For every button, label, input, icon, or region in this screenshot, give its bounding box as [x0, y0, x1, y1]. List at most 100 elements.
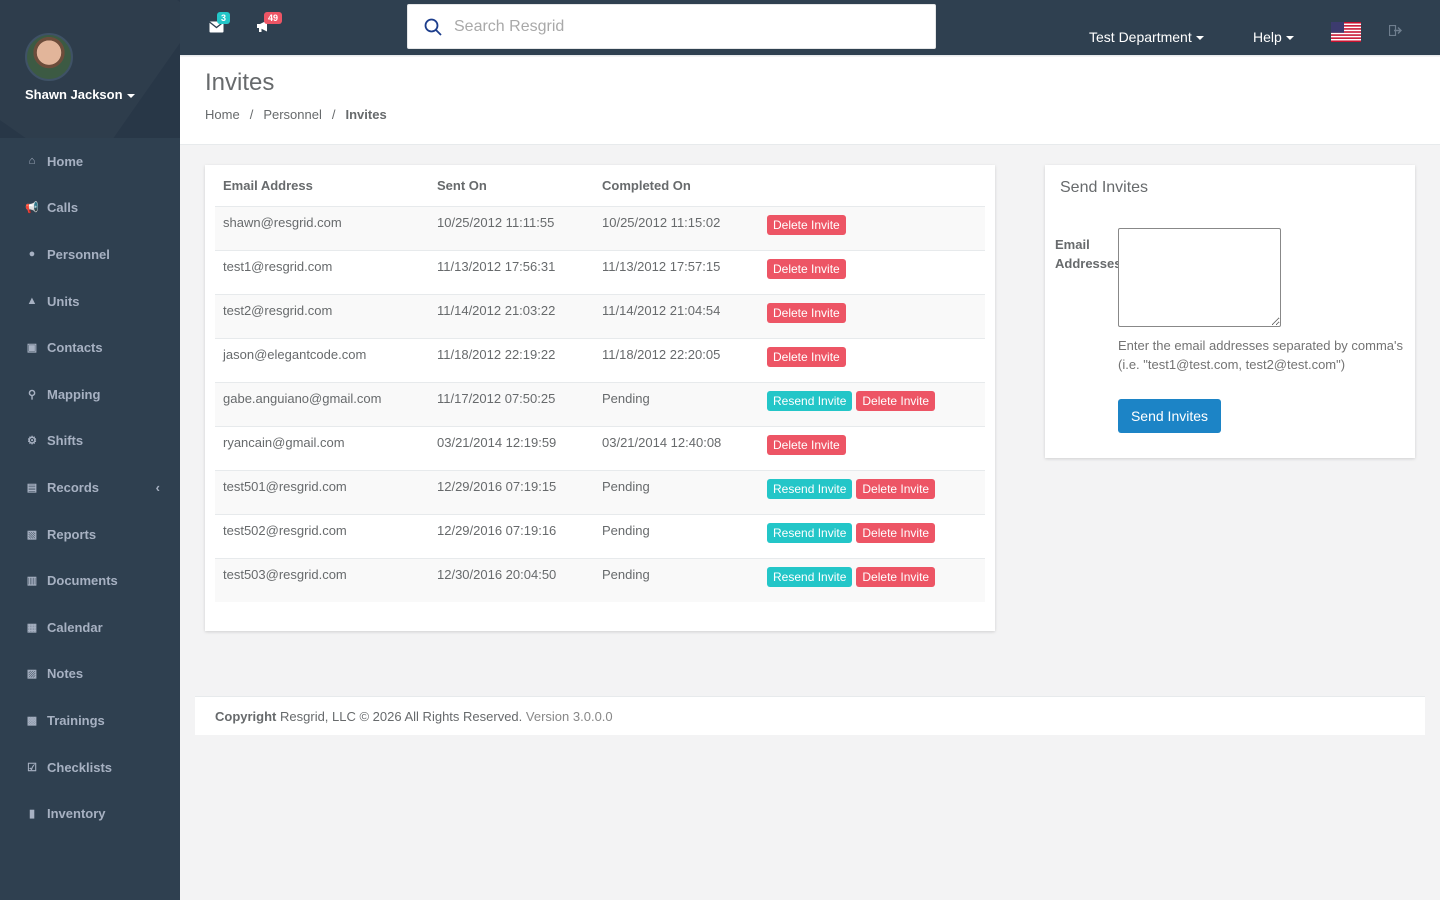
profile-menu[interactable]: Shawn Jackson — [25, 87, 135, 102]
cell-completed: Pending — [594, 381, 759, 426]
sidebar-nav: ⌂ Home 📢 Calls ● Personnel ▲ Units ▣ Contacts ⚲ Map… — [0, 138, 180, 837]
sidebar-item-label: Home — [47, 153, 84, 169]
cell-completed: 11/18/2012 22:20:05 — [594, 337, 759, 382]
sidebar-item-label: Documents — [47, 573, 118, 589]
resend-invite-button[interactable]: Resend Invite — [767, 566, 853, 587]
email-addresses-label: Email Addresses — [1055, 237, 1122, 271]
help-dropdown[interactable]: Help — [1253, 29, 1294, 45]
invites-panel: Email Address Sent On Completed On shawn… — [205, 165, 995, 631]
delete-invite-button[interactable]: Delete Invite — [856, 522, 936, 543]
table-row: shawn@resgrid.com 10/25/2012 11:11:55 10/2… — [215, 205, 985, 250]
resend-invite-button[interactable]: Resend Invite — [767, 522, 853, 543]
cell-sent: 11/14/2012 21:03:22 — [429, 293, 594, 338]
sidebar-item-label: Personnel — [47, 246, 110, 262]
delete-invite-button[interactable]: Delete Invite — [767, 302, 846, 323]
footer-copyright-label: Copyright — [215, 709, 277, 724]
send-invites-title: Send Invites — [1060, 179, 1149, 196]
footer: Copyright Resgrid, LLC © 2026 All Rights… — [195, 696, 1425, 735]
sidebar-item-shifts[interactable]: ⚙ Shifts — [0, 418, 180, 465]
cell-actions: Delete Invite — [759, 425, 985, 470]
delete-invite-button[interactable]: Delete Invite — [856, 566, 936, 587]
delete-invite-button[interactable]: Delete Invite — [856, 478, 936, 499]
sidebar-item-personnel[interactable]: ● Personnel — [0, 231, 180, 278]
delete-invite-button[interactable]: Delete Invite — [767, 258, 846, 279]
road-icon: ▲ — [26, 295, 38, 308]
page-title: Invites — [205, 69, 275, 96]
breadcrumb-current: Invites — [345, 107, 387, 122]
messages-button[interactable]: 3 — [209, 12, 231, 36]
cell-email: test502@resgrid.com — [215, 513, 429, 558]
resend-invite-button[interactable]: Resend Invite — [767, 478, 853, 499]
footer-version: Version 3.0.0.0 — [525, 709, 613, 724]
search-input[interactable] — [454, 17, 894, 36]
user-icon: ● — [28, 248, 36, 261]
caret-down-icon — [126, 93, 135, 98]
delete-invite-button[interactable]: Delete Invite — [856, 390, 936, 411]
cell-sent: 12/29/2016 07:19:15 — [429, 469, 594, 514]
avatar[interactable] — [25, 33, 73, 81]
sidebar-item-label: Calendar — [47, 619, 103, 635]
department-dropdown[interactable]: Test Department — [1089, 29, 1204, 45]
header-sent-on: Sent On — [429, 165, 594, 207]
breadcrumb-home[interactable]: Home — [205, 107, 240, 122]
calls-button[interactable]: 49 — [256, 12, 283, 36]
documents-icon: ▥ — [26, 575, 38, 588]
sidebar-item-contacts[interactable]: ▣ Contacts — [0, 324, 180, 371]
resend-invite-button[interactable]: Resend Invite — [767, 390, 853, 411]
delete-invite-button[interactable]: Delete Invite — [767, 434, 846, 455]
sidebar-item-units[interactable]: ▲ Units — [0, 278, 180, 325]
cell-completed: 11/14/2012 21:04:54 — [594, 293, 759, 338]
cell-email: test501@resgrid.com — [215, 469, 429, 514]
profile-name: Shawn Jackson — [25, 87, 123, 102]
table-row: test503@resgrid.com 12/30/2016 20:04:50 Pe… — [215, 557, 985, 602]
shifts-icon: ⚙ — [27, 435, 37, 448]
sidebar: Shawn Jackson ⌂ Home 📢 Calls ● Personnel ▲ Unit… — [0, 0, 180, 900]
sidebar-item-label: Inventory — [47, 806, 106, 822]
sidebar-item-checklists[interactable]: ☑ Checklists — [0, 744, 180, 791]
cell-email: jason@elegantcode.com — [215, 337, 429, 382]
search-box — [407, 4, 936, 49]
checkbox-icon: ☑ — [27, 761, 37, 774]
footer-copyright-text: Resgrid, LLC © 2026 All Rights Reserved. — [280, 709, 523, 724]
cell-actions: Delete Invite — [759, 337, 985, 382]
sidebar-item-inventory[interactable]: ▮ Inventory — [0, 790, 180, 837]
search-icon — [424, 18, 442, 36]
sidebar-item-calls[interactable]: 📢 Calls — [0, 185, 180, 232]
cell-email: test503@resgrid.com — [215, 557, 429, 602]
cell-email: test1@resgrid.com — [215, 249, 429, 294]
cell-actions: Delete Invite — [759, 293, 985, 338]
sidebar-item-trainings[interactable]: ▩ Trainings — [0, 697, 180, 744]
chevron-left-icon: ‹ — [155, 479, 160, 495]
sidebar-item-label: Trainings — [47, 712, 105, 728]
sidebar-item-label: Notes — [47, 666, 84, 682]
table-header-row: Email Address Sent On Completed On — [215, 165, 985, 207]
sidebar-item-records[interactable]: ▤ Records ‹ — [0, 464, 180, 511]
cell-sent: 11/13/2012 17:56:31 — [429, 249, 594, 294]
home-icon: ⌂ — [28, 155, 36, 168]
sidebar-item-label: Contacts — [47, 340, 103, 356]
table-row: test2@resgrid.com 11/14/2012 21:03:22 11/1… — [215, 293, 985, 338]
send-invites-button[interactable]: Send Invites — [1118, 399, 1221, 433]
us-flag-icon[interactable] — [1331, 22, 1361, 42]
breadcrumb-separator: / — [249, 107, 254, 122]
breadcrumb-personnel[interactable]: Personnel — [263, 107, 322, 122]
cell-email: ryancain@gmail.com — [215, 425, 429, 470]
email-addresses-textarea[interactable] — [1118, 228, 1281, 327]
sidebar-item-home[interactable]: ⌂ Home — [0, 138, 180, 185]
table-row: ryancain@gmail.com 03/21/2014 12:19:59 03/… — [215, 425, 985, 470]
sidebar-item-reports[interactable]: ▧ Reports — [0, 511, 180, 558]
sidebar-item-mapping[interactable]: ⚲ Mapping — [0, 371, 180, 418]
delete-invite-button[interactable]: Delete Invite — [767, 346, 846, 367]
cell-actions: Resend Invite Delete Invite — [759, 469, 985, 514]
sidebar-item-label: Shifts — [47, 433, 84, 449]
cell-completed: Pending — [594, 469, 759, 514]
sidebar-item-documents[interactable]: ▥ Documents — [0, 557, 180, 604]
sign-out-icon — [1388, 24, 1402, 37]
send-invites-panel: Send Invites Email Addresses Enter the e… — [1045, 165, 1415, 458]
logout-button[interactable] — [1388, 24, 1402, 39]
notes-icon: ▨ — [26, 668, 38, 681]
sidebar-item-notes[interactable]: ▨ Notes — [0, 651, 180, 698]
delete-invite-button[interactable]: Delete Invite — [767, 214, 846, 235]
email-help-text: Enter the email addresses separated by c… — [1118, 338, 1404, 372]
sidebar-item-calendar[interactable]: ▦ Calendar — [0, 604, 180, 651]
